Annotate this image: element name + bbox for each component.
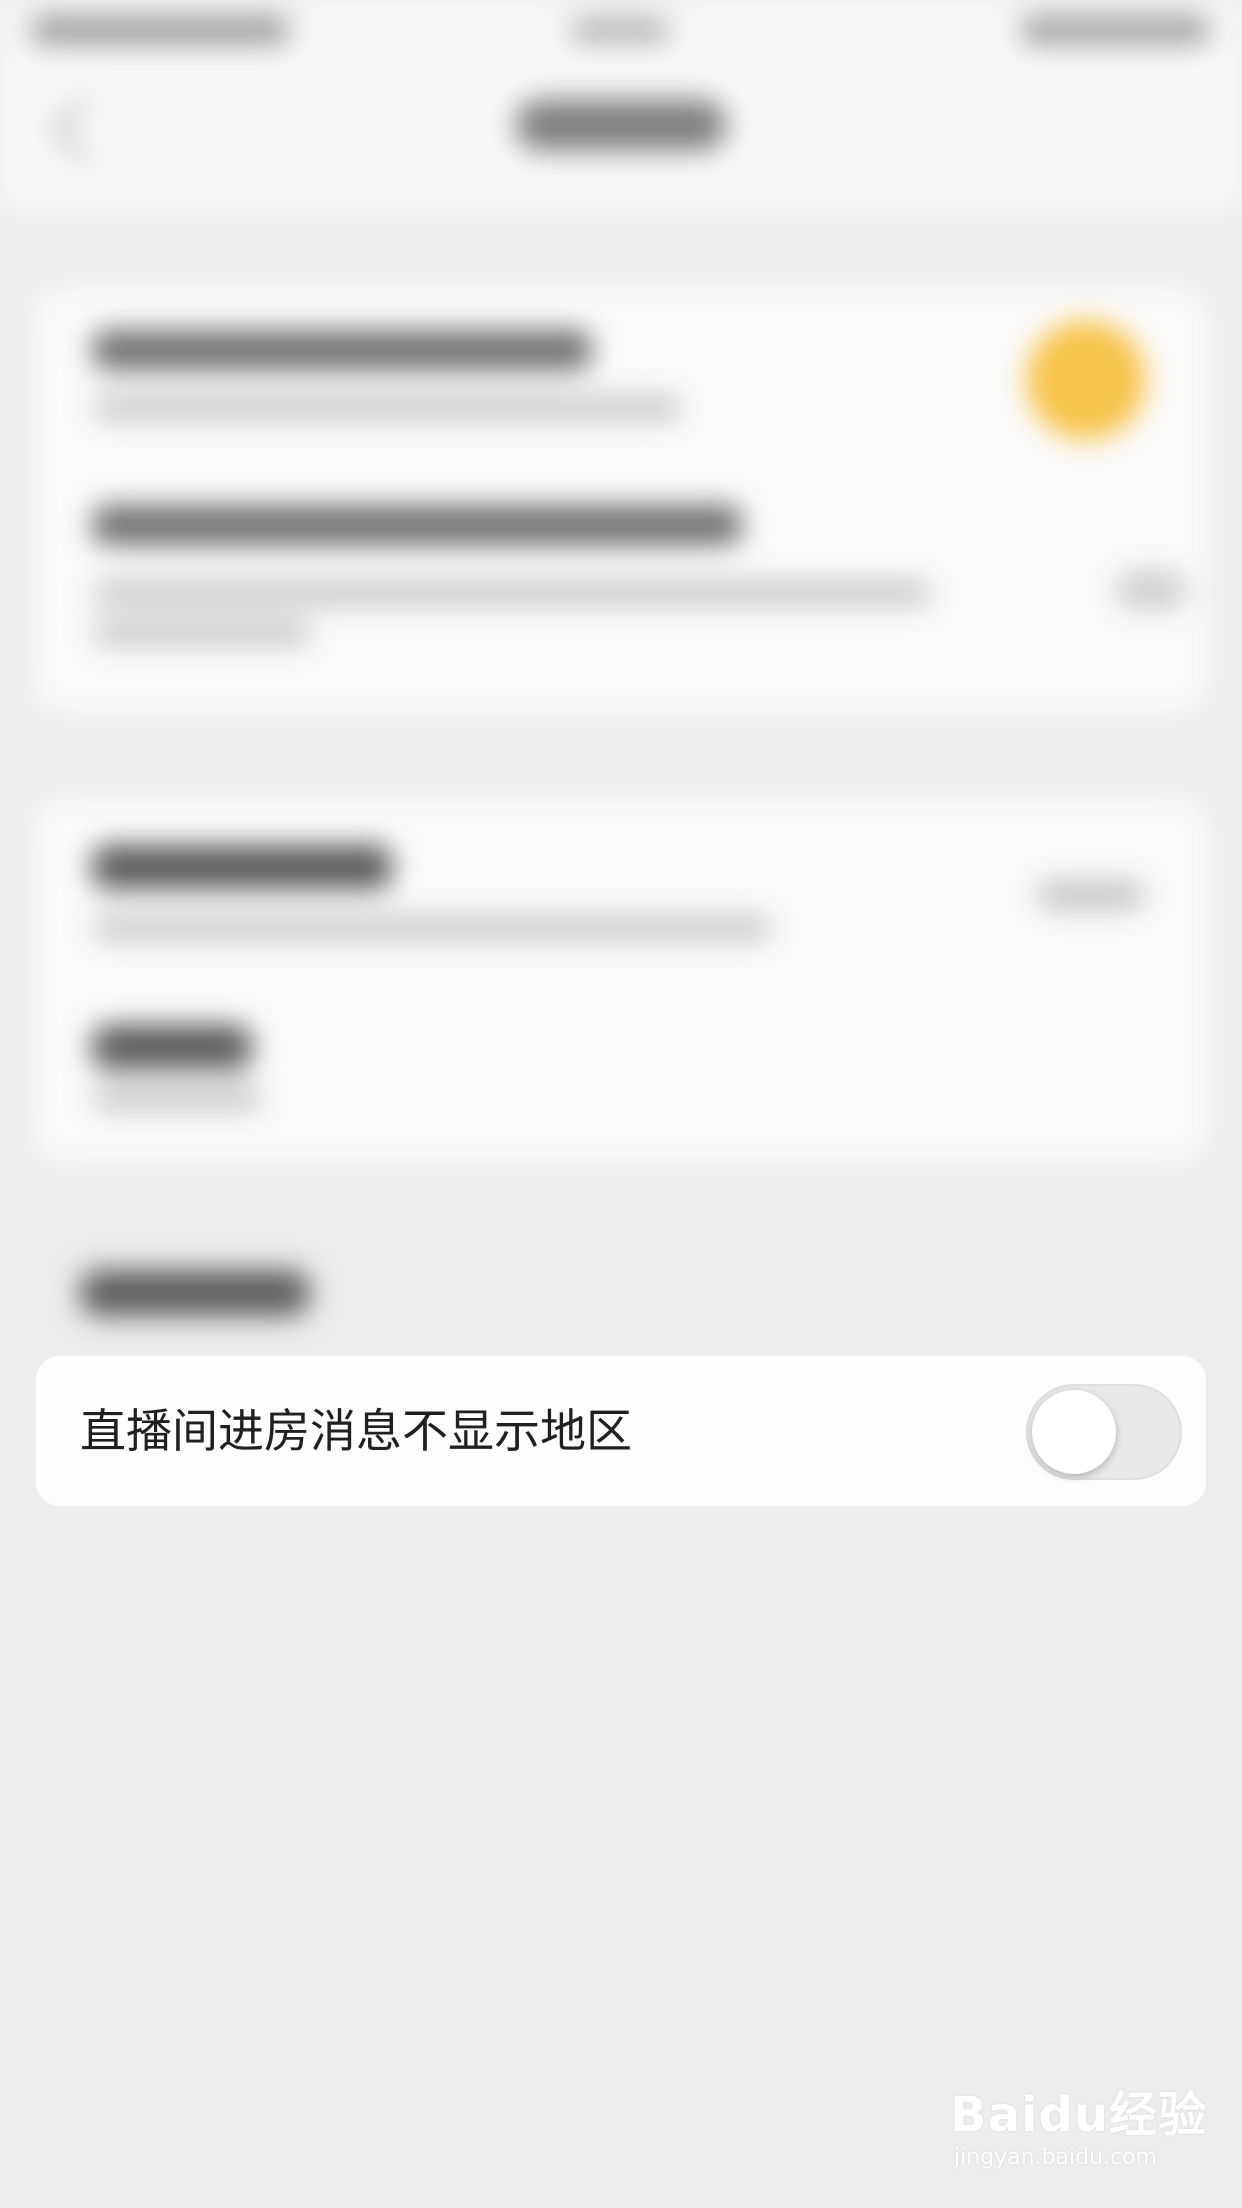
blurred-settings-card-2 bbox=[36, 800, 1206, 1160]
blurred-line bbox=[92, 1085, 262, 1111]
settings-screen: 直播间进房消息不显示地区 Baidu经验 jingyan.baidu.com bbox=[0, 0, 1242, 2208]
navigation-bar bbox=[0, 60, 1242, 210]
toggle-knob[interactable] bbox=[1032, 1390, 1116, 1474]
hide-region-setting-row[interactable]: 直播间进房消息不显示地区 bbox=[36, 1356, 1206, 1506]
back-arrow-icon bbox=[50, 95, 118, 163]
status-bar bbox=[0, 0, 1242, 60]
blurred-line bbox=[92, 505, 742, 545]
status-bar-right bbox=[1020, 16, 1210, 44]
blurred-line bbox=[92, 915, 772, 941]
blurred-line bbox=[92, 620, 312, 646]
blurred-settings-card-1 bbox=[36, 290, 1206, 710]
baidu-jingyan-watermark: Baidu经验 jingyan.baidu.com bbox=[950, 2075, 1206, 2185]
status-bar-center bbox=[570, 18, 670, 42]
status-bar-left bbox=[30, 16, 290, 44]
blurred-line bbox=[92, 580, 932, 606]
blurred-background bbox=[0, 0, 1242, 2208]
blurred-line bbox=[92, 395, 682, 421]
blurred-line bbox=[92, 1025, 252, 1069]
blurred-yellow-indicator bbox=[1026, 320, 1146, 440]
hide-region-setting-label: 直播间进房消息不显示地区 bbox=[80, 1404, 632, 1458]
page-title bbox=[516, 100, 726, 150]
watermark-logo: Baidu经验 bbox=[950, 2087, 1207, 2143]
blurred-line bbox=[1116, 570, 1186, 610]
watermark-url: jingyan.baidu.com bbox=[954, 2145, 1158, 2170]
blurred-section-header bbox=[80, 1270, 310, 1316]
blurred-line bbox=[92, 330, 592, 370]
blurred-line bbox=[92, 845, 392, 889]
blurred-line bbox=[1036, 880, 1146, 910]
hide-region-toggle[interactable] bbox=[1026, 1384, 1182, 1480]
